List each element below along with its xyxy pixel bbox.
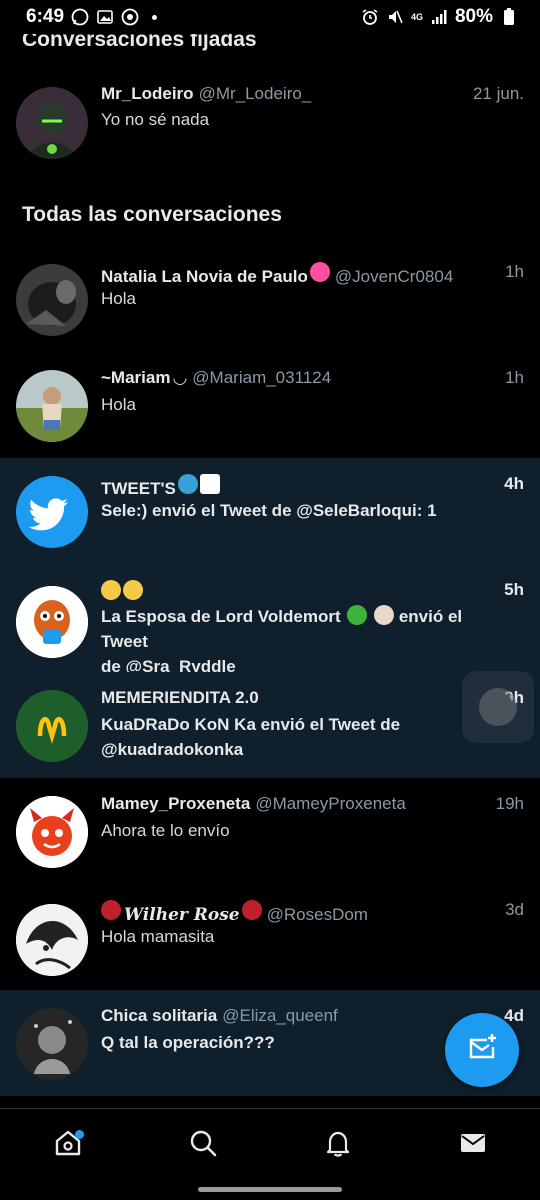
conversation-name: Mamey_Proxeneta xyxy=(101,794,251,813)
conversation-handle: @JovenCr0804 xyxy=(334,267,454,286)
avatar xyxy=(16,87,88,159)
rose-emoji-icon xyxy=(101,900,121,920)
globe-emoji-icon xyxy=(177,474,198,494)
avatar xyxy=(16,690,88,762)
conversation-preview: KuaDRaDo KoN Ka envió el Tweet de @kuadr… xyxy=(101,712,510,762)
status-bar: 6:49 4G 80% xyxy=(0,0,540,34)
conversation-preview: Yo no sé nada xyxy=(101,110,210,129)
conversation-time: 1h xyxy=(505,368,524,387)
conversation-handle: @RosesDom xyxy=(266,905,368,924)
battery-percent: 80% xyxy=(454,6,493,27)
conversation-preview: Sele:) envió el Tweet de @SeleBarloqui: … xyxy=(101,501,437,520)
conversation-handle: @Mr_Lodeiro_ xyxy=(198,84,312,103)
avatar xyxy=(16,1008,88,1080)
conversation-row-unread[interactable]: 5h La Esposa de Lord Voldemort envió el … xyxy=(0,564,540,676)
avatar xyxy=(16,904,88,976)
conversation-preview: Hola xyxy=(101,289,136,308)
nav-messages[interactable] xyxy=(443,1116,503,1176)
chrome-icon xyxy=(121,8,139,26)
conversation-name: TWEET'S xyxy=(101,479,176,498)
avatar xyxy=(16,586,88,658)
conversation-preview: Hola xyxy=(101,395,136,414)
twitter-bird-avatar-icon xyxy=(16,476,88,548)
gesture-navigation-bar[interactable] xyxy=(198,1187,342,1192)
conversation-time: 19h xyxy=(495,794,524,813)
preview-line-2: @kuadradokonka xyxy=(101,740,244,759)
pink-heart-emoji-icon xyxy=(309,262,330,282)
conversation-handle: @Mariam_031124 xyxy=(192,368,332,387)
new-message-button[interactable] xyxy=(445,1013,519,1087)
preview-line-1: KuaDRaDo KoN Ka envió el Tweet de xyxy=(101,715,401,734)
conversation-name: MEMERIENDITA 2.0 xyxy=(101,688,259,707)
nav-search[interactable] xyxy=(173,1116,233,1176)
avatar xyxy=(16,796,88,868)
bottom-navigation xyxy=(0,1108,540,1182)
compose-message-icon xyxy=(465,1031,499,1070)
status-time: 6:49 xyxy=(26,6,65,27)
battery-icon xyxy=(500,8,518,26)
conversation-time: 5h xyxy=(504,580,524,599)
conversation-time: 21 jun. xyxy=(472,84,524,103)
conversation-row[interactable]: Wilher Rose @RosesDom 3d Hola mamasita xyxy=(0,884,540,990)
conversation-name: Mr_Lodeiro xyxy=(101,84,194,103)
conversation-row[interactable]: Mamey_Proxeneta @MameyProxeneta 19h Ahor… xyxy=(0,778,540,884)
conversation-name: Wilher Rose xyxy=(124,905,240,925)
conversation-row[interactable]: ~Mariam ◡ @Mariam_031124 1h Hola xyxy=(0,352,540,458)
black-heart-emoji-icon: ◡ xyxy=(172,368,188,387)
mail-icon xyxy=(458,1128,488,1163)
chart-increasing-emoji-icon xyxy=(199,474,220,494)
snake-emoji-icon xyxy=(347,605,368,625)
preview-sender: La Esposa de Lord Voldemort xyxy=(101,607,341,626)
all-section-title: Todas las conversaciones xyxy=(22,203,282,226)
conversation-name: Chica solitaria xyxy=(101,1006,218,1025)
notification-dot-icon xyxy=(152,14,158,20)
nav-notifications[interactable] xyxy=(308,1116,368,1176)
conversation-row-pinned[interactable]: Mr_Lodeiro @Mr_Lodeiro_ 21 jun. Yo no sé… xyxy=(0,72,540,172)
conversation-preview: La Esposa de Lord Voldemort envió el Twe… xyxy=(101,604,510,679)
conversation-handle: @MameyProxeneta xyxy=(255,794,406,813)
network-type-label: 4G xyxy=(410,11,423,22)
woman-emoji-icon xyxy=(374,605,395,625)
search-icon xyxy=(188,1128,218,1163)
rose-emoji-icon xyxy=(241,900,262,920)
grinning-emoji-icon xyxy=(101,580,121,600)
avatar xyxy=(16,264,88,336)
conversation-time: 1h xyxy=(505,262,524,281)
gallery-icon xyxy=(96,8,114,26)
conversation-row-unread[interactable]: TWEET'S 4h Sele:) envió el Tweet de @Sel… xyxy=(0,458,540,564)
grinning-emoji-icon xyxy=(123,580,143,600)
bell-icon xyxy=(323,1128,353,1163)
conversation-time: 4h xyxy=(504,474,524,493)
new-content-dot xyxy=(74,1129,84,1139)
conversation-name: ~Mariam xyxy=(101,368,171,387)
conversation-row-unread[interactable]: MEMERIENDITA 2.0 9h KuaDRaDo KoN Ka envi… xyxy=(0,672,540,778)
mute-icon xyxy=(386,8,404,26)
nav-home[interactable] xyxy=(38,1116,98,1176)
conversation-row[interactable]: Natalia La Novia de Paulo @JovenCr0804 1… xyxy=(0,246,540,352)
whatsapp-icon xyxy=(71,8,89,26)
conversation-preview: Ahora te lo envío xyxy=(101,821,230,840)
avatar xyxy=(16,370,88,442)
conversation-preview: Hola mamasita xyxy=(101,927,215,946)
signal-icon xyxy=(430,8,448,26)
conversation-name: Natalia La Novia de Paulo xyxy=(101,267,308,286)
alarm-icon xyxy=(361,8,379,26)
conversation-time: 3d xyxy=(505,900,524,919)
touch-ripple-indicator xyxy=(462,671,534,743)
conversation-handle: @Eliza_queenf xyxy=(222,1006,338,1025)
